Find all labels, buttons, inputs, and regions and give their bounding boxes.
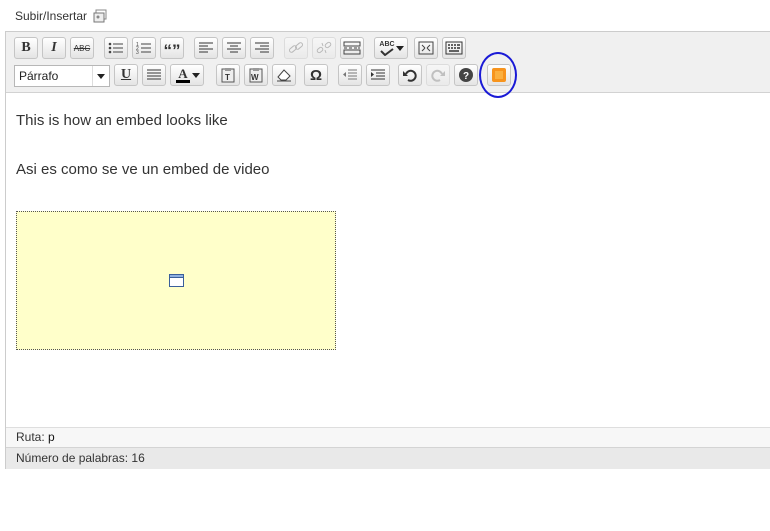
link-icon <box>288 42 304 53</box>
insert-more-button[interactable] <box>340 37 364 59</box>
strikethrough-button[interactable]: ABC <box>70 37 94 59</box>
unlink-icon <box>316 41 332 54</box>
svg-text:3: 3 <box>136 50 139 55</box>
eraser-icon <box>277 69 291 82</box>
svg-text:?: ? <box>463 71 469 82</box>
outdent-button[interactable] <box>338 64 362 86</box>
bold-label: B <box>21 40 31 55</box>
remove-link-button[interactable] <box>312 37 336 59</box>
numbered-list-button[interactable]: 123 <box>132 37 156 59</box>
spellcheck-label: ABC <box>379 40 395 48</box>
fullscreen-icon <box>418 41 434 55</box>
justify-icon <box>147 69 161 80</box>
insert-link-button[interactable] <box>284 37 308 59</box>
more-tag-icon <box>343 41 361 55</box>
blockquote-button[interactable]: “” <box>160 37 184 59</box>
undo-icon <box>403 69 417 82</box>
embed-placeholder-icon <box>169 274 184 287</box>
paste-word-icon: W <box>249 68 263 83</box>
toolbar-row-2: Párrafo U A T W Ω ? <box>6 64 770 88</box>
word-count-bar: Número de palabras: 16 <box>6 447 770 469</box>
align-center-icon <box>227 42 241 53</box>
path-statusbar: Ruta: p <box>6 427 770 447</box>
format-select[interactable]: Párrafo <box>14 65 110 87</box>
align-center-button[interactable] <box>222 37 246 59</box>
text-color-icon: A <box>176 67 190 83</box>
media-icon[interactable] <box>93 9 107 23</box>
special-characters-button[interactable]: Ω <box>304 64 328 86</box>
align-left-icon <box>199 42 213 53</box>
format-select-value: Párrafo <box>19 69 59 83</box>
justify-button[interactable] <box>142 64 166 86</box>
chevron-down-icon[interactable] <box>92 66 109 86</box>
word-count: Número de palabras: 16 <box>16 451 145 465</box>
kitchen-sink-icon <box>445 41 463 55</box>
chevron-down-icon <box>192 73 200 78</box>
svg-text:T: T <box>225 73 230 82</box>
clear-formatting-button[interactable] <box>272 64 296 86</box>
fullscreen-button[interactable] <box>414 37 438 59</box>
align-right-button[interactable] <box>250 37 274 59</box>
svg-text:W: W <box>251 73 259 82</box>
paragraph[interactable]: This is how an embed looks like <box>16 112 228 129</box>
indent-icon <box>371 69 385 80</box>
bullet-list-icon <box>108 42 123 54</box>
embed-plugin-icon <box>492 68 506 82</box>
indent-button[interactable] <box>366 64 390 86</box>
upload-insert-label[interactable]: Subir/Insertar <box>15 9 87 23</box>
path-label: Ruta: <box>16 430 45 444</box>
redo-button[interactable] <box>426 64 450 86</box>
kitchen-sink-button[interactable] <box>442 37 466 59</box>
help-button[interactable]: ? <box>454 64 478 86</box>
spellcheck-icon: ABC <box>379 40 395 56</box>
upload-insert[interactable]: Subir/Insertar <box>15 9 107 23</box>
redo-icon <box>431 69 445 82</box>
undo-button[interactable] <box>398 64 422 86</box>
embed-placeholder[interactable] <box>16 211 336 350</box>
underline-button[interactable]: U <box>114 64 138 86</box>
text-color-button[interactable]: A <box>170 64 204 86</box>
editor-toolbar: B I ABC 123 “” ABC Párrafo U A T W Ω ? <box>6 32 770 93</box>
toolbar-row-1: B I ABC 123 “” ABC <box>6 37 770 61</box>
strikethrough-label: ABC <box>73 43 91 53</box>
paste-text-icon: T <box>221 68 235 83</box>
omega-icon: Ω <box>309 66 323 84</box>
paste-text-button[interactable]: T <box>216 64 240 86</box>
italic-label: I <box>51 40 57 55</box>
embed-plugin-button[interactable] <box>487 64 511 86</box>
align-right-icon <box>255 42 269 53</box>
align-left-button[interactable] <box>194 37 218 59</box>
help-icon: ? <box>459 68 473 82</box>
editor-content[interactable]: This is how an embed looks like Asi es c… <box>6 93 770 427</box>
italic-button[interactable]: I <box>42 37 66 59</box>
spellcheck-button[interactable]: ABC <box>374 37 408 59</box>
paragraph[interactable]: Asi es como se ve un embed de video <box>16 161 269 178</box>
underline-label: U <box>120 67 132 82</box>
path-element-p[interactable]: p <box>48 430 55 444</box>
bullet-list-button[interactable] <box>104 37 128 59</box>
chevron-down-icon <box>396 46 404 51</box>
paste-word-button[interactable]: W <box>244 64 268 86</box>
numbered-list-icon: 123 <box>136 42 151 55</box>
blockquote-label: “” <box>163 41 181 60</box>
outdent-icon <box>343 69 357 80</box>
rich-text-editor: B I ABC 123 “” ABC Párrafo U A T W Ω ? T… <box>5 31 770 469</box>
bold-button[interactable]: B <box>14 37 38 59</box>
